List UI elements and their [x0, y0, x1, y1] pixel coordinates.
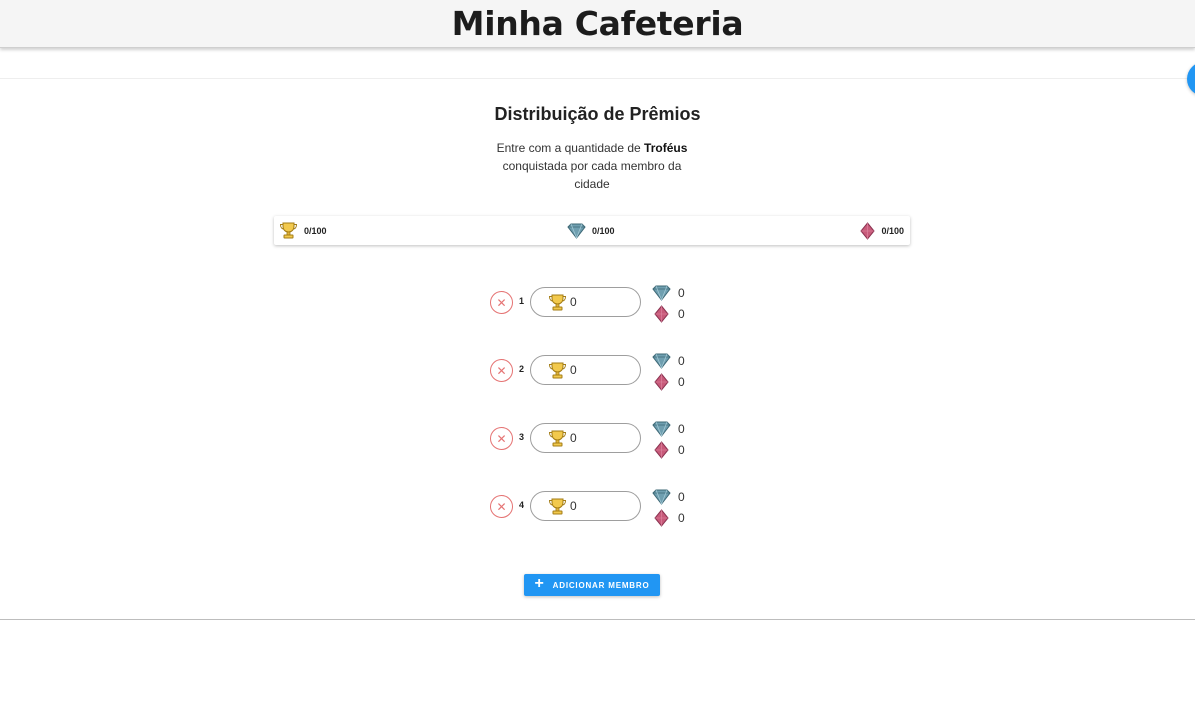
- section-title: Distribuição de Prêmios: [494, 104, 701, 124]
- member-number: 1: [519, 296, 525, 306]
- member-gems-value: 0: [678, 353, 685, 368]
- member-gems-value: 0: [678, 421, 685, 436]
- trophy-icon: [548, 498, 567, 515]
- member-diamonds-value: 0: [678, 442, 685, 457]
- subtitle-suffix: conquistada por cada membro da cidade: [502, 159, 682, 191]
- plus-icon: +: [534, 575, 545, 592]
- trophy-input-value[interactable]: 0: [570, 431, 577, 445]
- trophy-input-value[interactable]: 0: [570, 499, 577, 513]
- remove-member-button[interactable]: ✕: [490, 291, 513, 314]
- member-gems: 0: [652, 350, 697, 371]
- remove-member-button[interactable]: ✕: [490, 359, 513, 382]
- member-diamonds-value: 0: [678, 374, 685, 389]
- gem-icon: [652, 285, 671, 301]
- member-diamonds-value: 0: [678, 510, 685, 525]
- top-divider: [0, 78, 1195, 79]
- total-trophies-value: 0/100: [304, 225, 327, 236]
- trophy-icon: [548, 362, 567, 379]
- diamond-icon: [654, 440, 669, 459]
- member-diamonds-value: 0: [678, 306, 685, 321]
- member-row: ✕ 3 0 0 0: [489, 418, 709, 486]
- total-trophies: 0/100: [279, 216, 327, 245]
- remove-member-button[interactable]: ✕: [490, 495, 513, 518]
- member-diamonds: 0: [652, 303, 697, 324]
- total-gems: 0/100: [567, 216, 615, 245]
- diamond-icon: [654, 304, 669, 323]
- member-number: 4: [519, 500, 525, 510]
- total-gems-value: 0/100: [592, 225, 615, 236]
- trophy-input[interactable]: 0: [530, 355, 641, 385]
- member-row: ✕ 2 0 0 0: [489, 350, 709, 418]
- diamond-icon: [654, 508, 669, 527]
- trophy-input[interactable]: 0: [530, 491, 641, 521]
- gem-icon: [652, 353, 671, 369]
- member-rewards: 0 0: [652, 350, 697, 392]
- diamond-icon: [860, 221, 876, 240]
- trophy-input[interactable]: 0: [530, 287, 641, 317]
- member-list: ✕ 1 0 0 0 ✕ 2 0 0 0 ✕ 3 0 0 0 ✕ 4 0 0 0: [489, 282, 709, 554]
- member-rewards: 0 0: [652, 418, 697, 460]
- remove-member-button[interactable]: ✕: [490, 427, 513, 450]
- trophy-icon: [548, 294, 567, 311]
- section-subtitle: Entre com a quantidade de Troféus conqui…: [492, 139, 692, 193]
- app-header: Minha Cafeteria: [0, 0, 1195, 48]
- gem-icon: [567, 223, 586, 239]
- totals-bar: 0/100 0/100 0/100: [274, 216, 910, 245]
- gem-icon: [652, 421, 671, 437]
- trophy-input-value[interactable]: 0: [570, 295, 577, 309]
- close-icon: ✕: [496, 363, 507, 378]
- trophy-input[interactable]: 0: [530, 423, 641, 453]
- trophy-input-value[interactable]: 0: [570, 363, 577, 377]
- floating-action-button[interactable]: [1187, 62, 1195, 96]
- member-gems: 0: [652, 486, 697, 507]
- member-number: 2: [519, 364, 525, 374]
- trophy-icon: [548, 430, 567, 447]
- close-icon: ✕: [496, 431, 507, 446]
- member-diamonds: 0: [652, 439, 697, 460]
- member-diamonds: 0: [652, 371, 697, 392]
- add-member-label: ADICIONAR MEMBRO: [552, 580, 650, 590]
- gem-icon: [652, 489, 671, 505]
- close-icon: ✕: [496, 499, 507, 514]
- member-gems-value: 0: [678, 285, 685, 300]
- add-member-button[interactable]: + ADICIONAR MEMBRO: [524, 574, 660, 596]
- total-diamonds-value: 0/100: [881, 225, 904, 236]
- member-row: ✕ 1 0 0 0: [489, 282, 709, 350]
- member-gems: 0: [652, 418, 697, 439]
- member-row: ✕ 4 0 0 0: [489, 486, 709, 554]
- total-diamonds: 0/100: [860, 216, 904, 245]
- diamond-icon: [654, 372, 669, 391]
- member-gems-value: 0: [678, 489, 685, 504]
- subtitle-bold: Troféus: [644, 141, 688, 155]
- member-diamonds: 0: [652, 507, 697, 528]
- member-rewards: 0 0: [652, 486, 697, 528]
- trophy-icon: [279, 222, 298, 239]
- subtitle-prefix: Entre com a quantidade de: [496, 141, 645, 155]
- member-number: 3: [519, 432, 525, 442]
- close-icon: ✕: [496, 295, 507, 310]
- bottom-divider: [0, 619, 1195, 620]
- app-title: Minha Cafeteria: [451, 4, 744, 43]
- member-rewards: 0 0: [652, 282, 697, 324]
- member-gems: 0: [652, 282, 697, 303]
